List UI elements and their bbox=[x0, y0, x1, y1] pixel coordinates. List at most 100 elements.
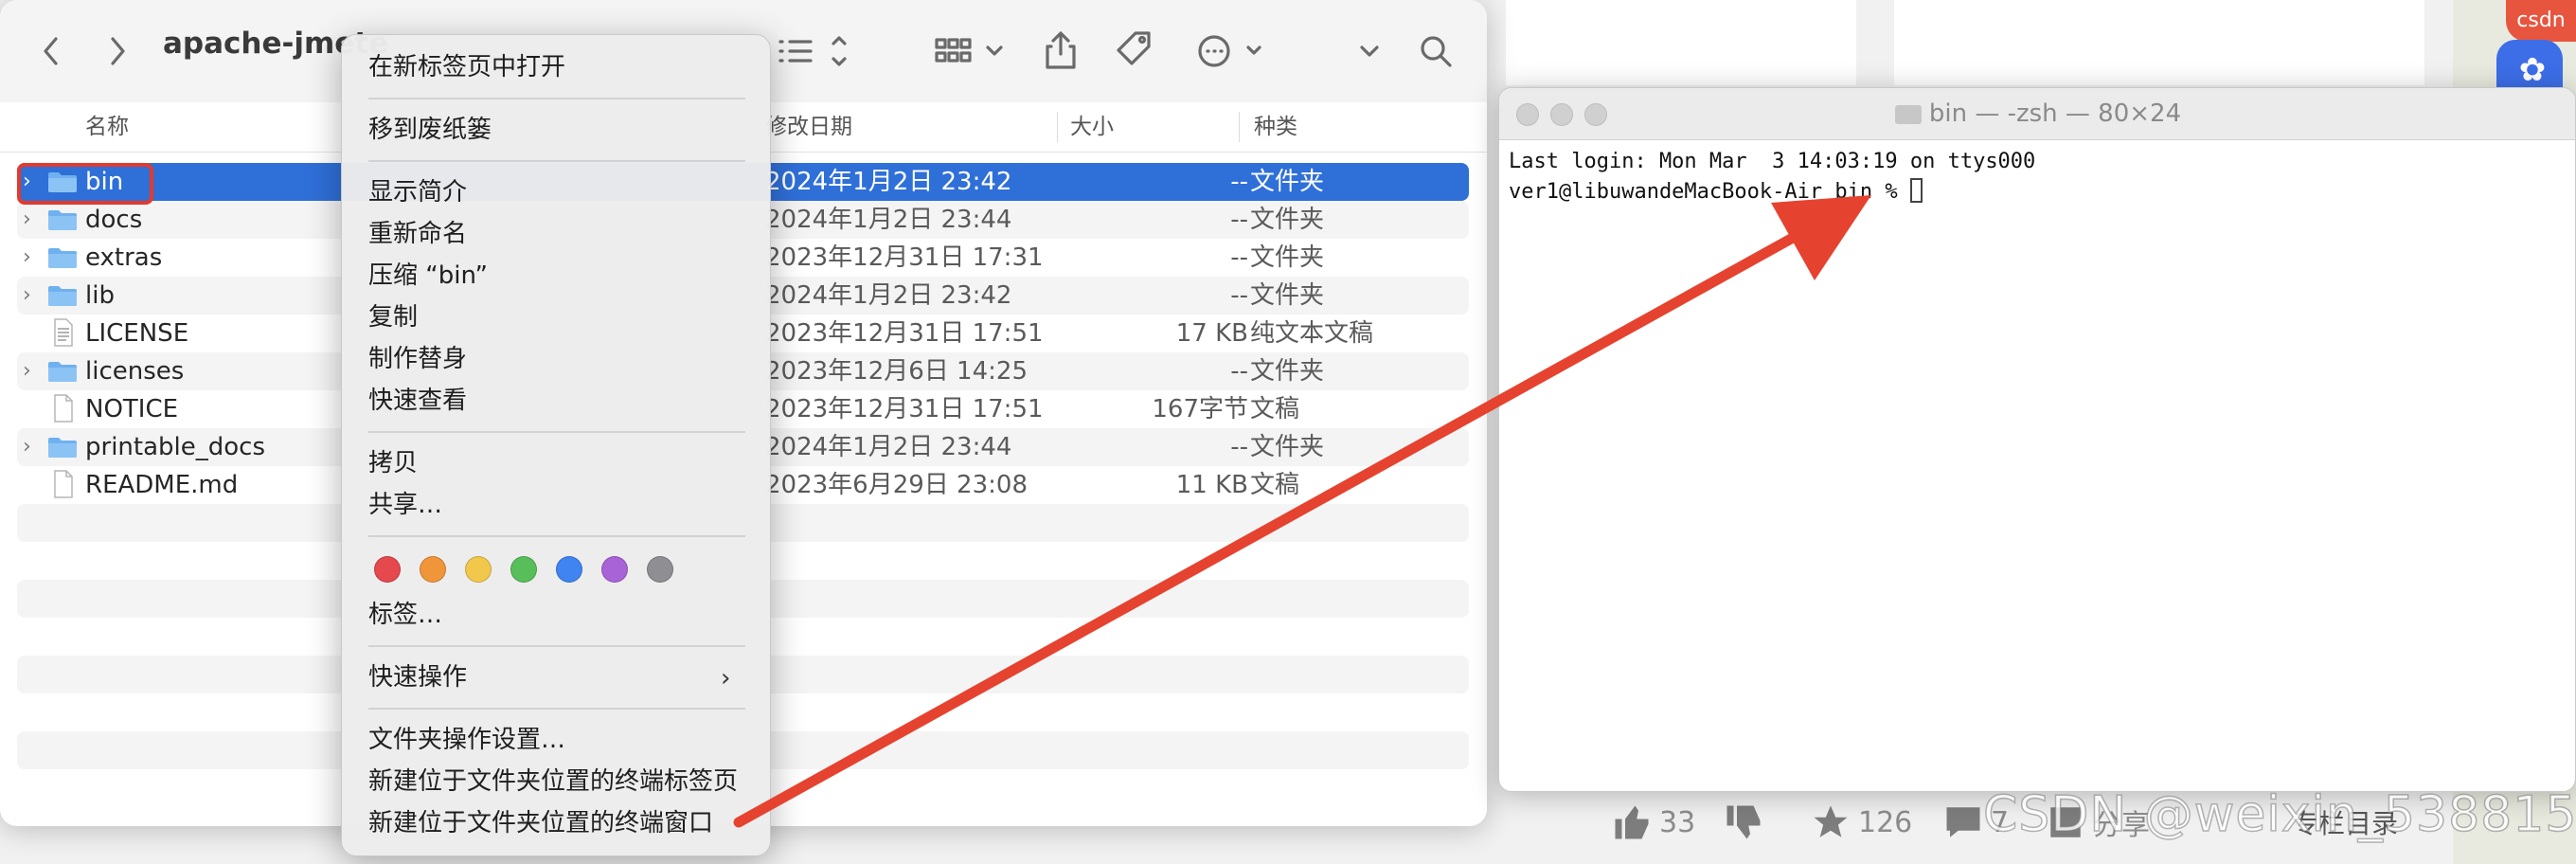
file-size: -- bbox=[1230, 168, 1248, 196]
watermark: CSDN @weixin_53881505 bbox=[1982, 785, 2576, 844]
thumbs-up-icon bbox=[1615, 805, 1649, 839]
forward-button[interactable] bbox=[98, 32, 136, 70]
file-name: extras bbox=[85, 243, 163, 272]
file-name: NOTICE bbox=[85, 395, 179, 423]
file-kind: 文稿 bbox=[1250, 471, 1300, 499]
search-button[interactable] bbox=[1415, 30, 1457, 72]
text-file-icon bbox=[47, 318, 78, 347]
menu-item-share[interactable]: 共享… bbox=[368, 486, 442, 524]
file-size: 17 KB bbox=[1175, 319, 1248, 348]
menu-item-duplicate[interactable]: 复制 bbox=[368, 298, 418, 336]
favorite-button[interactable]: 126 bbox=[1811, 781, 1912, 864]
terminal-prompt: ver1@libuwandeMacBook-Air bin % bbox=[1509, 180, 1910, 204]
menu-item-new-terminal-window[interactable]: 新建位于文件夹位置的终端窗口 bbox=[368, 804, 713, 842]
terminal-title-text: bin — -zsh — 80×24 bbox=[1928, 99, 2182, 128]
chevron-left-icon bbox=[44, 37, 58, 65]
disclosure-chevron-icon[interactable]: › bbox=[23, 239, 31, 277]
share-toolbar-button[interactable] bbox=[1042, 28, 1080, 72]
menu-item-tags[interactable]: 标签… bbox=[368, 596, 442, 634]
background-card bbox=[1506, 0, 1856, 85]
tag-color-dot[interactable] bbox=[374, 556, 401, 583]
file-kind: 文稿 bbox=[1250, 395, 1300, 423]
file-kind: 文件夹 bbox=[1250, 281, 1325, 310]
column-header-date[interactable]: 修改日期 bbox=[765, 102, 852, 152]
file-date: 2024年1月2日 23:42 bbox=[765, 168, 1012, 196]
document-icon bbox=[47, 470, 78, 498]
file-name: README.md bbox=[85, 471, 239, 499]
dislike-button[interactable] bbox=[1724, 781, 1763, 864]
file-date: 2023年12月31日 17:31 bbox=[765, 243, 1044, 272]
disclosure-chevron-icon[interactable]: › bbox=[23, 201, 31, 239]
list-view-button[interactable] bbox=[775, 32, 850, 70]
tag-color-dot[interactable] bbox=[601, 556, 628, 583]
back-button[interactable] bbox=[32, 32, 70, 70]
menu-item-compress[interactable]: 压缩 “bin” bbox=[368, 257, 488, 295]
tag-color-dot[interactable] bbox=[647, 556, 673, 583]
column-divider[interactable] bbox=[1239, 112, 1240, 142]
tag-icon bbox=[1117, 31, 1151, 65]
file-size: -- bbox=[1230, 357, 1248, 386]
menu-separator bbox=[368, 98, 745, 99]
terminal-output[interactable]: Last login: Mon Mar 3 14:03:19 on ttys00… bbox=[1509, 147, 2035, 207]
file-size: -- bbox=[1230, 243, 1248, 272]
file-name: docs bbox=[85, 206, 143, 234]
tag-button[interactable] bbox=[1112, 28, 1155, 72]
column-divider[interactable] bbox=[1057, 112, 1058, 142]
overflow-button[interactable] bbox=[1352, 32, 1386, 70]
menu-item-quick-actions[interactable]: 快速操作 bbox=[368, 658, 467, 696]
background-card bbox=[1894, 0, 2424, 85]
share-icon bbox=[1046, 31, 1076, 69]
like-button[interactable]: 33 bbox=[1612, 781, 1695, 864]
folder-icon bbox=[1894, 105, 1922, 124]
menu-separator bbox=[368, 645, 745, 647]
file-size: 167字节 bbox=[1152, 395, 1248, 423]
column-header-size[interactable]: 大小 bbox=[1070, 102, 1114, 152]
terminal-title: bin — -zsh — 80×24 bbox=[1499, 88, 2575, 139]
disclosure-chevron-icon[interactable]: › bbox=[23, 428, 31, 466]
menu-item-copy[interactable]: 拷贝 bbox=[368, 444, 418, 482]
column-header-kind[interactable]: 种类 bbox=[1254, 102, 1297, 152]
tag-color-dot[interactable] bbox=[510, 556, 537, 583]
menu-separator bbox=[368, 160, 745, 162]
folder-icon bbox=[47, 436, 78, 459]
menu-item-get-info[interactable]: 显示简介 bbox=[368, 173, 467, 211]
file-date: 2024年1月2日 23:44 bbox=[765, 206, 1012, 234]
terminal-titlebar[interactable]: bin — -zsh — 80×24 bbox=[1499, 88, 2575, 140]
csdn-badge[interactable]: csdn bbox=[2506, 0, 2576, 42]
menu-item-move-to-trash[interactable]: 移到废纸篓 bbox=[368, 111, 492, 149]
file-name: LICENSE bbox=[85, 319, 189, 348]
file-size: -- bbox=[1230, 206, 1248, 234]
terminal-line: Last login: Mon Mar 3 14:03:19 on ttys00… bbox=[1509, 150, 2036, 173]
file-date: 2023年12月31日 17:51 bbox=[765, 395, 1044, 423]
file-name: licenses bbox=[85, 357, 185, 386]
comment-icon bbox=[1946, 807, 1980, 837]
column-header-name[interactable]: 名称 bbox=[85, 102, 129, 152]
folder-icon bbox=[47, 284, 78, 307]
tag-color-dot[interactable] bbox=[465, 556, 492, 583]
tag-color-dot[interactable] bbox=[556, 556, 582, 583]
menu-item-new-terminal-tab[interactable]: 新建位于文件夹位置的终端标签页 bbox=[368, 763, 738, 801]
disclosure-chevron-icon[interactable]: › bbox=[23, 352, 31, 390]
menu-item-folder-actions[interactable]: 文件夹操作设置… bbox=[368, 721, 565, 759]
highlight-box bbox=[17, 163, 153, 205]
menu-item-open-new-tab[interactable]: 在新标签页中打开 bbox=[368, 48, 565, 86]
disclosure-chevron-icon[interactable]: › bbox=[23, 277, 31, 315]
more-actions-button[interactable] bbox=[1195, 30, 1271, 72]
list-view-icon bbox=[778, 36, 847, 66]
text-cursor bbox=[1909, 178, 1923, 203]
file-kind: 文件夹 bbox=[1250, 206, 1325, 234]
menu-item-quick-look[interactable]: 快速查看 bbox=[368, 382, 467, 420]
group-button[interactable] bbox=[933, 32, 1009, 70]
menu-item-rename[interactable]: 重新命名 bbox=[368, 215, 467, 253]
search-icon bbox=[1421, 36, 1452, 67]
menu-separator bbox=[368, 708, 745, 710]
file-size: -- bbox=[1230, 281, 1248, 310]
terminal-prompt-line: ver1@libuwandeMacBook-Air bin % bbox=[1509, 177, 2035, 207]
menu-item-make-alias[interactable]: 制作替身 bbox=[368, 340, 467, 378]
chevron-right-icon: › bbox=[721, 664, 731, 693]
tag-color-dot[interactable] bbox=[420, 556, 446, 583]
ellipsis-circle-icon bbox=[1198, 35, 1261, 67]
file-name: printable_docs bbox=[85, 433, 265, 461]
folder-icon bbox=[47, 208, 78, 231]
document-icon bbox=[47, 394, 78, 423]
